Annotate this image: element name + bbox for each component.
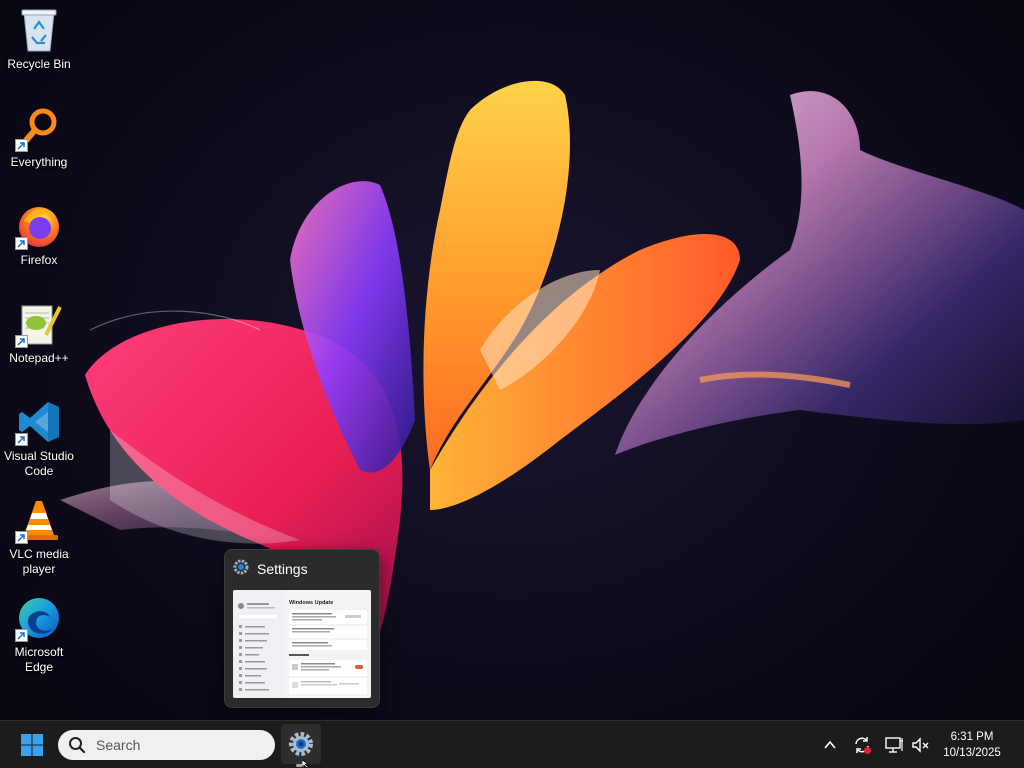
desktop-icon-vscode[interactable]: Visual Studio Code — [0, 398, 78, 479]
desktop-icon-label: Microsoft Edge — [14, 645, 64, 674]
network-monitor-icon — [885, 737, 903, 753]
shortcut-arrow-icon — [15, 531, 28, 544]
shortcut-arrow-icon — [15, 335, 28, 348]
preview-header: Settings — [225, 550, 379, 588]
show-hidden-icons-button[interactable] — [818, 733, 842, 757]
tray-network[interactable] — [882, 733, 906, 757]
desktop-icon-notepad-plus-plus[interactable]: Notepad++ — [0, 300, 78, 366]
desktop-icon-label: Everything — [10, 155, 68, 169]
desktop-icon-label: Visual Studio Code — [4, 449, 74, 478]
windows-logo-icon — [21, 734, 43, 756]
settings-gear-icon — [233, 559, 249, 580]
thumbnail-sidebar — [233, 590, 283, 698]
notepad-plus-plus-icon — [15, 300, 63, 348]
preview-window-thumbnail[interactable]: Windows Update — [233, 590, 371, 698]
recycle-bin-icon — [15, 6, 63, 54]
wallpaper-art — [60, 80, 1024, 640]
desktop-icon-recycle-bin[interactable]: Recycle Bin — [0, 6, 78, 72]
chevron-up-icon — [824, 740, 836, 749]
search-icon — [68, 736, 86, 754]
preview-title: Settings — [257, 561, 308, 577]
start-button[interactable] — [12, 727, 52, 763]
mouse-cursor-icon — [302, 760, 309, 768]
firefox-icon — [15, 202, 63, 250]
tray-volume[interactable] — [908, 733, 932, 757]
vlc-icon — [15, 496, 63, 544]
volume-muted-icon — [912, 737, 929, 753]
desktop-icon-everything[interactable]: Everything — [0, 104, 78, 170]
taskbar-search-box[interactable] — [58, 730, 275, 760]
shortcut-arrow-icon — [15, 139, 28, 152]
clock-date: 10/13/2025 — [943, 747, 1001, 759]
shortcut-arrow-icon — [15, 237, 28, 250]
desktop-icon-vlc[interactable]: VLC media player — [0, 496, 78, 577]
taskbar-app-settings[interactable] — [281, 724, 321, 764]
desktop-icon-label: Recycle Bin — [7, 57, 71, 71]
everything-search-icon — [15, 104, 63, 152]
desktop-wallpaper — [0, 0, 1024, 720]
taskbar-thumbnail-preview[interactable]: Settings Windows Update — [224, 549, 380, 708]
clock-time: 6:31 PM — [950, 731, 994, 743]
desktop-icon-label: Notepad++ — [9, 351, 69, 365]
search-input[interactable] — [94, 736, 258, 754]
shortcut-arrow-icon — [15, 629, 28, 642]
desktop-icon-label: Firefox — [20, 253, 58, 267]
desktop-icon-firefox[interactable]: Firefox — [0, 202, 78, 268]
settings-gear-icon — [289, 732, 313, 756]
taskbar: 6:31 PM 10/13/2025 — [0, 720, 1024, 768]
thumbnail-content — [289, 610, 367, 694]
vscode-icon — [15, 398, 63, 446]
sync-error-icon — [855, 737, 871, 754]
thumbnail-heading: Windows Update — [289, 600, 334, 606]
tray-sync-status[interactable] — [850, 733, 874, 757]
desktop-icon-label: VLC media player — [9, 547, 69, 576]
shortcut-arrow-icon — [15, 433, 28, 446]
edge-icon — [15, 594, 63, 642]
system-clock[interactable]: 6:31 PM 10/13/2025 — [932, 729, 1012, 761]
desktop-icon-edge[interactable]: Microsoft Edge — [0, 594, 78, 675]
